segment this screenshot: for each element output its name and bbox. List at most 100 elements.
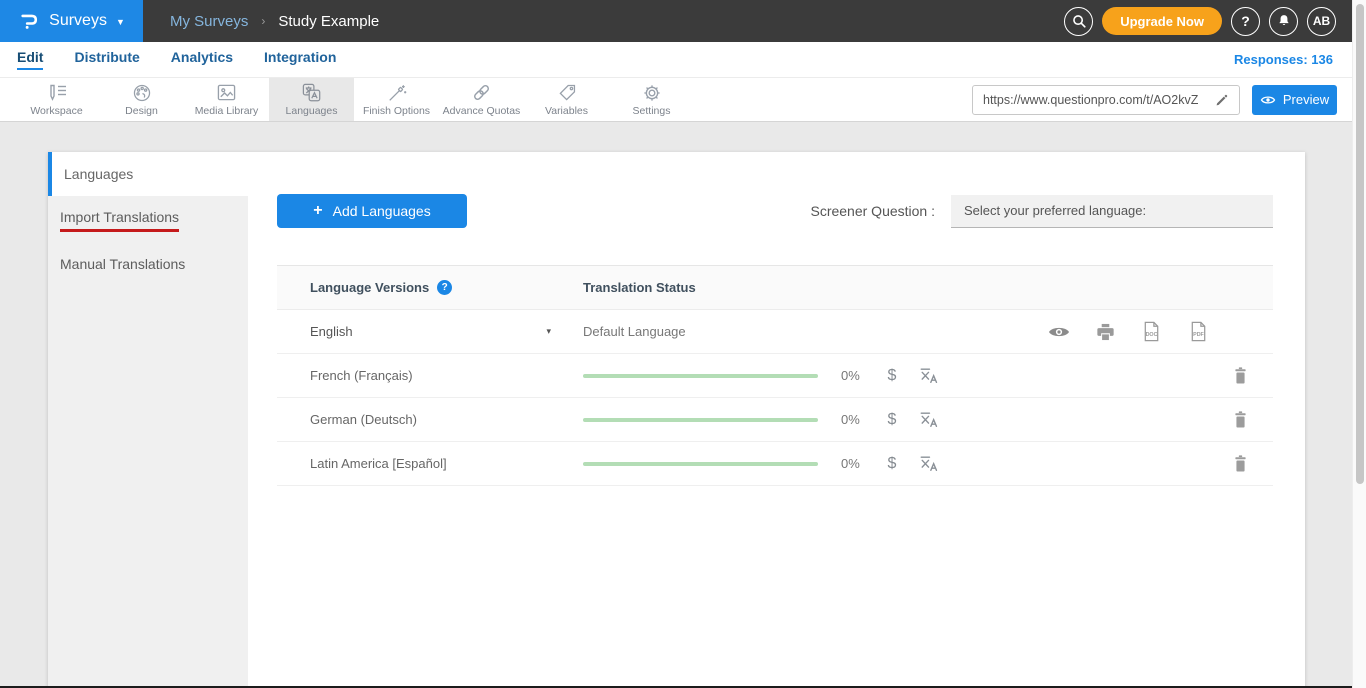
responses-count[interactable]: Responses: 136 <box>1234 52 1333 67</box>
order-translation-button[interactable]: $ <box>881 367 903 385</box>
breadcrumb-survey-title: Study Example <box>278 13 379 30</box>
export-doc-button[interactable]: DOC <box>1141 321 1162 342</box>
toolbar-item-media-library[interactable]: Media Library <box>184 78 269 121</box>
table-row-language: Latin America [Español] 0% $ <box>277 442 1273 486</box>
edit-url-button[interactable] <box>1209 88 1235 112</box>
chevron-down-icon: ▼ <box>116 17 125 27</box>
gear-icon <box>642 83 662 103</box>
table-row-language: French (Français) 0% $ <box>277 354 1273 398</box>
plus-icon: + <box>313 202 322 220</box>
languages-card: Languages Import Translations Manual Tra… <box>48 152 1305 688</box>
sidebar-item-import-translations[interactable]: Import Translations <box>48 196 248 243</box>
toolbar-item-finish-options[interactable]: Finish Options <box>354 78 439 121</box>
svg-text:PDF: PDF <box>1193 332 1204 338</box>
delete-language-button[interactable] <box>1232 366 1249 385</box>
sidebar-item-manual-translations[interactable]: Manual Translations <box>48 243 248 283</box>
image-icon <box>216 83 237 103</box>
sidebar-title-languages: Languages <box>48 152 248 196</box>
help-button[interactable]: ? <box>1231 7 1260 36</box>
order-translation-button[interactable]: $ <box>881 411 903 429</box>
breadcrumb-my-surveys[interactable]: My Surveys <box>170 13 248 30</box>
tab-analytics[interactable]: Analytics <box>171 49 233 70</box>
tab-edit[interactable]: Edit <box>17 49 43 70</box>
questionpro-app: Surveys ▼ My Surveys › Study Example Upg… <box>0 0 1366 688</box>
screener-question-select[interactable]: Select your preferred language: <box>951 195 1273 228</box>
avatar[interactable]: AB <box>1307 7 1336 36</box>
pdf-file-icon: PDF <box>1188 321 1209 342</box>
edit-toolbar: Workspace Design Media Library <box>0 78 1366 122</box>
translate-icon <box>919 367 939 384</box>
screener-question-group: Screener Question : Select your preferre… <box>810 195 1273 228</box>
help-icon[interactable]: ? <box>437 280 452 295</box>
toolbar-item-advance-quotas[interactable]: Advance Quotas <box>439 78 524 121</box>
tab-distribute[interactable]: Distribute <box>74 49 139 70</box>
languages-actions-row: + Add Languages Screener Question : Sele… <box>277 194 1273 228</box>
screener-question-label: Screener Question : <box>810 203 935 219</box>
trash-icon <box>1232 454 1249 473</box>
avatar-initials: AB <box>1313 14 1330 28</box>
languages-table-header: Language Versions ? Translation Status <box>277 266 1273 310</box>
view-survey-button[interactable] <box>1048 325 1070 339</box>
breadcrumb-separator-icon: › <box>261 14 265 28</box>
auto-translate-button[interactable] <box>919 367 939 384</box>
toolbar-right-group: Preview <box>972 78 1366 121</box>
translation-progress-value: 0% <box>841 368 869 383</box>
delete-language-button[interactable] <box>1232 410 1249 429</box>
translate-icon <box>919 411 939 428</box>
toolbar-item-variables[interactable]: Variables <box>524 78 609 121</box>
default-language-dropdown[interactable]: English ▾ <box>310 324 583 339</box>
print-survey-button[interactable] <box>1096 323 1115 341</box>
default-language-status: Default Language <box>583 324 686 339</box>
toolbar-item-settings[interactable]: Settings <box>609 78 694 121</box>
languages-sidebar: Languages Import Translations Manual Tra… <box>48 152 248 688</box>
page-content: Languages Import Translations Manual Tra… <box>0 122 1366 688</box>
survey-tabbar: Edit Distribute Analytics Integration Re… <box>0 42 1366 78</box>
translate-icon <box>919 455 939 472</box>
pencil-icon <box>1215 92 1230 107</box>
tab-integration[interactable]: Integration <box>264 49 336 70</box>
order-translation-button[interactable]: $ <box>881 455 903 473</box>
product-switcher[interactable]: Surveys ▼ <box>0 0 143 42</box>
search-button[interactable] <box>1064 7 1093 36</box>
preview-button[interactable]: Preview <box>1252 85 1337 115</box>
upgrade-now-button[interactable]: Upgrade Now <box>1102 7 1222 35</box>
page-scrollbar[interactable] <box>1352 0 1366 688</box>
languages-main-panel: + Add Languages Screener Question : Sele… <box>248 152 1305 688</box>
bell-icon <box>1276 13 1292 29</box>
table-row-language: German (Deutsch) 0% $ <box>277 398 1273 442</box>
survey-url-input[interactable] <box>983 93 1209 107</box>
translation-progress-bar <box>583 462 818 466</box>
translation-progress-value: 0% <box>841 412 869 427</box>
eye-icon <box>1260 94 1276 106</box>
doc-file-icon: DOC <box>1141 321 1162 342</box>
top-header: Surveys ▼ My Surveys › Study Example Upg… <box>0 0 1366 42</box>
toolbar-item-languages[interactable]: Languages <box>269 78 354 121</box>
languages-icon <box>301 83 322 103</box>
trash-icon <box>1232 366 1249 385</box>
auto-translate-button[interactable] <box>919 411 939 428</box>
svg-text:DOC: DOC <box>1146 332 1158 338</box>
header-actions: Upgrade Now ? AB <box>1064 7 1366 36</box>
notifications-button[interactable] <box>1269 7 1298 36</box>
scrollbar-thumb[interactable] <box>1356 4 1364 484</box>
table-row-default-language: English ▾ Default Language <box>277 310 1273 354</box>
breadcrumb: My Surveys › Study Example <box>170 13 379 30</box>
palette-icon <box>132 83 152 103</box>
translation-progress-value: 0% <box>841 456 869 471</box>
column-translation-status: Translation Status <box>583 280 696 295</box>
chain-link-icon <box>471 83 492 103</box>
auto-translate-button[interactable] <box>919 455 939 472</box>
question-mark-icon: ? <box>1241 13 1250 29</box>
export-pdf-button[interactable]: PDF <box>1188 321 1209 342</box>
translation-progress-bar <box>583 374 818 378</box>
column-language-versions: Language Versions ? <box>310 280 583 295</box>
magic-wand-icon <box>387 83 407 103</box>
questionpro-logo-icon <box>18 10 40 32</box>
toolbar-item-workspace[interactable]: Workspace <box>14 78 99 121</box>
translation-progress-bar <box>583 418 818 422</box>
printer-icon <box>1096 323 1115 341</box>
caret-down-icon: ▾ <box>546 326 551 337</box>
delete-language-button[interactable] <box>1232 454 1249 473</box>
toolbar-item-design[interactable]: Design <box>99 78 184 121</box>
add-languages-button[interactable]: + Add Languages <box>277 194 467 228</box>
